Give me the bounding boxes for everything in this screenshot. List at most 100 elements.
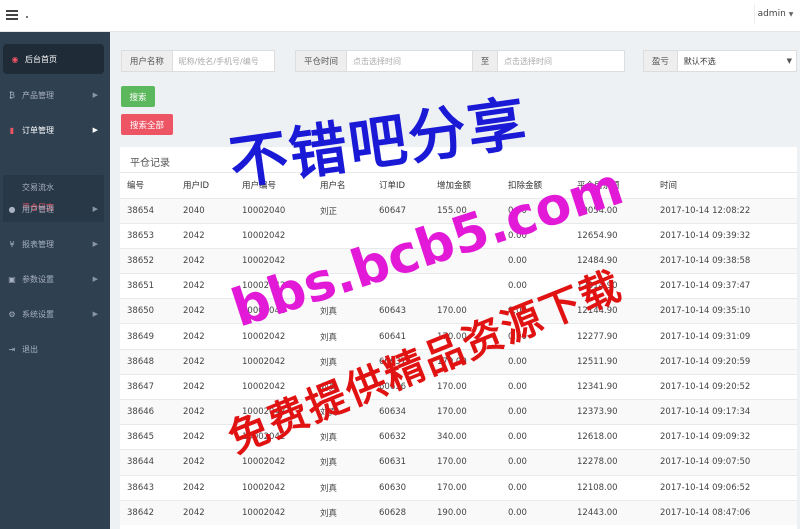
table-cell: 2017-10-14 09:39:32 [653,222,797,249]
admin-dropdown[interactable]: admin ▼ [754,4,796,24]
table-cell: 2040 [176,197,235,224]
table-row: 38654 2040 10002040 刘正 60647 155.00 0.00 10054.… [120,197,797,224]
table-cell: 12108.00 [570,474,653,501]
table-cell [372,247,430,274]
table-cell: 12341.90 [570,373,653,400]
user-filter: 用户名称 昵称/姓名/手机号/编号 [121,50,275,72]
table-cell: 10002042 [235,373,313,400]
table-cell: 2017-10-14 12:08:22 [653,197,797,224]
table-cell: 170.00 [430,348,501,375]
table-cell: 刘真 [313,449,372,476]
table-cell: 2042 [176,398,235,425]
table-cell: 60628 [372,499,430,526]
table-row: 38650 2042 10002042 刘真 60643 170.00 0.00 12144.… [120,298,797,324]
file-icon: ▮ [9,125,15,135]
sidebar-item-users[interactable]: ● 用户管理 ▶ [0,194,110,224]
table-cell: 38648 [120,348,176,375]
chevron-right-icon: ▶ [92,126,98,134]
sidebar-item-home[interactable]: ◉ 后台首页 [3,44,104,74]
menu-toggle-icon[interactable] [6,10,18,20]
table-cell: 38652 [120,247,176,274]
table-cell: 12314.90 [570,273,653,299]
table-cell: 10002042 [235,323,313,350]
col-header: 用户编号 [235,173,313,199]
table-cell: 2042 [176,424,235,450]
table-cell: 0.00 [501,197,570,224]
table-cell: 10002042 [235,474,313,501]
table-cell: 刘真 [313,499,372,526]
table-cell: 0.00 [501,222,570,249]
table-cell: 155.00 [430,197,501,224]
col-header: 订单ID [372,173,430,199]
sidebar-item-system[interactable]: ⚙ 系统设置 ▶ [0,299,110,329]
chevron-right-icon: ▶ [92,275,98,283]
col-header: 用户名 [313,173,372,199]
close-records-table: 编号 用户ID 用户编号 用户名 订单ID 增加金额 扣除金额 平仓后余额 时间… [120,173,797,526]
search-all-button[interactable]: 搜索全部 [121,114,173,135]
table-cell: 2042 [176,474,235,501]
table-cell: 38651 [120,273,176,299]
copy-icon: ▣ [8,274,16,284]
table-cell: 12654.90 [570,222,653,249]
close-time-label: 平仓时间 [296,51,347,71]
table-cell: 170.00 [430,474,501,501]
sidebar-item-logout[interactable]: ⇥ 退出 [0,334,110,364]
admin-label: admin [757,9,786,19]
sidebar-item-label: 用户管理 [22,204,54,214]
sidebar-item-reports[interactable]: ¥ 报表管理 ▶ [0,229,110,259]
table-cell: 38643 [120,474,176,501]
table-cell: 38647 [120,373,176,400]
col-header: 用户ID [176,173,235,199]
table-cell: 0.00 [501,273,570,299]
table-cell: 2017-10-14 09:37:47 [653,273,797,299]
table-cell: 0.00 [501,298,570,324]
table-cell: 12277.90 [570,323,653,350]
table-cell: 170.00 [430,323,501,350]
chevron-down-icon: ▼ [786,57,792,65]
table-cell: 60647 [372,197,430,224]
table-cell: 2017-10-14 08:47:06 [653,499,797,526]
col-header: 时间 [653,173,797,199]
search-button[interactable]: 搜索 [121,86,155,107]
submenu-item-transactions[interactable]: 交易流水 [22,182,54,193]
pnl-select[interactable]: 默认不选 ▼ [678,51,796,71]
table-cell: 0.00 [501,424,570,450]
time-end-input[interactable]: 点击选择时间 [498,51,624,71]
table-cell: 60643 [372,298,430,324]
pnl-label: 盈亏 [644,51,678,71]
table-cell: 2042 [176,373,235,400]
sidebar-item-label: 报表管理 [22,239,54,249]
table-cell: 60637 [372,348,430,375]
table-cell: 12278.00 [570,449,653,476]
time-start-input[interactable]: 点击选择时间 [347,51,472,71]
table-row: 38644 2042 10002042 刘真 60631 170.00 0.00 12278.… [120,449,797,476]
table-cell: 170.00 [430,398,501,425]
table-cell: 38654 [120,197,176,224]
table-cell: 刘真 [313,348,372,375]
close-time-filter: 平仓时间 点击选择时间 至 点击选择时间 [295,50,625,72]
yen-icon: ¥ [9,239,15,249]
sidebar-item-products[interactable]: ₿ 产品管理 ▶ [0,80,110,110]
table-cell: 2042 [176,222,235,249]
table-cell: 38649 [120,323,176,350]
table-cell: 2017-10-14 09:38:58 [653,247,797,274]
bitcoin-icon: ₿ [9,90,15,100]
sidebar-item-orders[interactable]: ▮ 订单管理 ▶ [0,115,110,145]
table-cell: 10002042 [235,273,313,299]
sidebar-item-params[interactable]: ▣ 参数设置 ▶ [0,264,110,294]
user-search-input[interactable]: 昵称/姓名/手机号/编号 [173,51,274,71]
chevron-right-icon: ▶ [92,310,98,318]
table-cell: 10002042 [235,449,313,476]
table-cell: 170.00 [430,449,501,476]
table-row: 38653 2042 10002042 0.00 12654.90 2017-10-14 … [120,222,797,249]
table-cell: 2042 [176,499,235,526]
table-cell: 60634 [372,398,430,425]
table-row: 38651 2042 10002042 0.00 12314.90 2017-10-14 … [120,273,797,299]
table-cell: 2042 [176,247,235,274]
table-cell: 60636 [372,373,430,400]
table-row: 38642 2042 10002042 刘真 60628 190.00 0.00 12443.… [120,499,797,526]
table-cell: 10002042 [235,247,313,274]
table-cell: 0.00 [501,449,570,476]
table-cell: 2042 [176,273,235,299]
table-cell: 60630 [372,474,430,501]
